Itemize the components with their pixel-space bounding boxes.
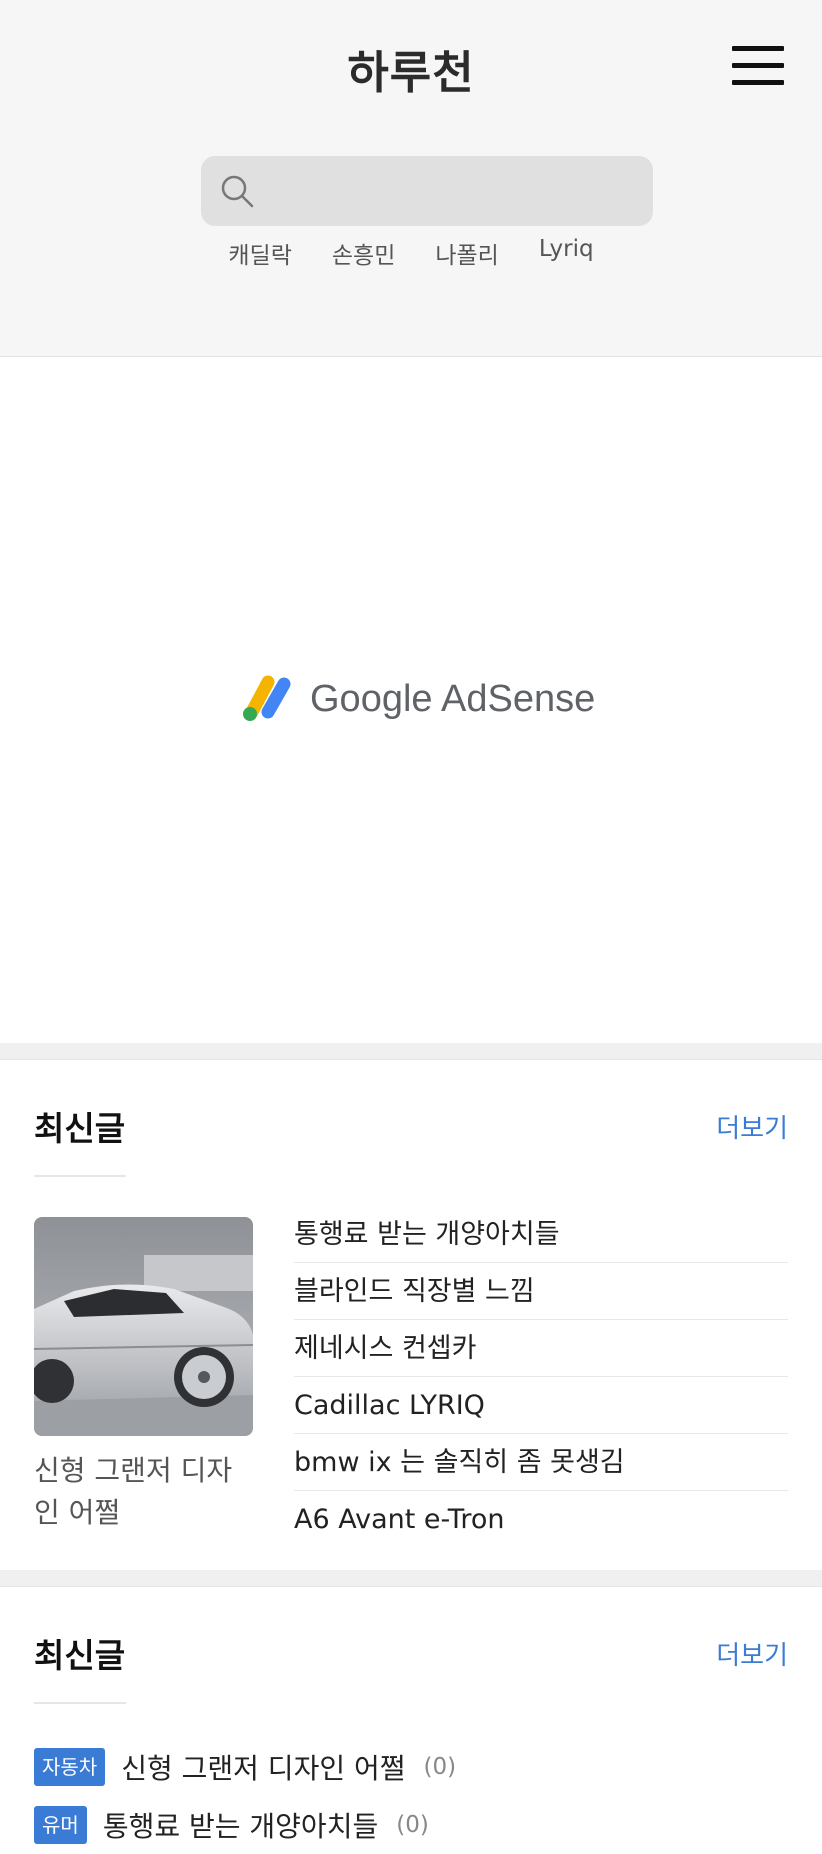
recent-post-list: 통행료 받는 개양아치들 블라인드 직장별 느낌 제네시스 컨셉카 Cadill… bbox=[294, 1206, 788, 1547]
featured-post-thumbnail[interactable] bbox=[34, 1217, 253, 1436]
menu-button[interactable] bbox=[732, 46, 784, 86]
ad-label: Google AdSense bbox=[310, 678, 596, 720]
categorized-post-list: 자동차 신형 그랜저 디자인 어쩔 (0) 유머 통행료 받는 개양아치들 (0… bbox=[34, 1738, 794, 1854]
search-input[interactable] bbox=[261, 156, 645, 228]
category-badge[interactable]: 자동차 bbox=[34, 1748, 106, 1786]
adsense-logo-icon bbox=[243, 675, 291, 721]
site-header: 하루천 캐딜락 손흥민 나폴리 Lyriq bbox=[0, 0, 822, 357]
list-item[interactable]: 유머 통행료 받는 개양아치들 (0) bbox=[34, 1796, 794, 1854]
car-photo-icon bbox=[34, 1217, 253, 1436]
list-item[interactable]: 블라인드 직장별 느낌 bbox=[294, 1263, 788, 1320]
more-link[interactable]: 더보기 bbox=[716, 1635, 788, 1672]
post-title[interactable]: 통행료 받는 개양아치들 bbox=[103, 1805, 378, 1845]
list-item[interactable]: 제네시스 컨셉카 bbox=[294, 1320, 788, 1377]
list-item[interactable]: A6 Avant e-Tron bbox=[294, 1491, 788, 1547]
section-underline bbox=[34, 1175, 126, 1177]
popular-tags: 캐딜락 손흥민 나폴리 Lyriq bbox=[0, 236, 822, 270]
more-link[interactable]: 더보기 bbox=[716, 1108, 788, 1145]
tag-link[interactable]: 나폴리 bbox=[435, 236, 498, 270]
section-divider bbox=[0, 1043, 822, 1060]
tag-link[interactable]: 캐딜락 bbox=[228, 236, 291, 270]
hamburger-icon-bar bbox=[732, 80, 784, 85]
section-divider bbox=[0, 1570, 822, 1587]
tag-link[interactable]: Lyriq bbox=[539, 236, 594, 270]
list-item[interactable]: 자동차 신형 그랜저 디자인 어쩔 (0) bbox=[34, 1738, 794, 1796]
list-item[interactable]: Cadillac LYRIQ bbox=[294, 1377, 788, 1434]
comment-count: (0) bbox=[423, 1754, 457, 1780]
list-item[interactable]: 통행료 받는 개양아치들 bbox=[294, 1206, 788, 1263]
ad-banner[interactable]: Google AdSense bbox=[0, 357, 822, 1043]
post-title[interactable]: 신형 그랜저 디자인 어쩔 bbox=[121, 1747, 405, 1787]
hamburger-icon-bar bbox=[732, 46, 784, 51]
section-underline bbox=[34, 1702, 126, 1704]
section-title: 최신글 bbox=[34, 1109, 126, 1148]
section-title: 최신글 bbox=[34, 1636, 126, 1675]
category-badge[interactable]: 유머 bbox=[34, 1806, 87, 1844]
hamburger-icon-bar bbox=[732, 63, 784, 68]
site-title[interactable]: 하루천 bbox=[0, 36, 822, 101]
featured-post-title[interactable]: 신형 그랜저 디자인 어쩔 bbox=[34, 1450, 249, 1534]
search-icon[interactable] bbox=[219, 173, 255, 209]
search-box[interactable] bbox=[201, 156, 653, 228]
list-item[interactable]: bmw ix 는 솔직히 좀 못생김 bbox=[294, 1434, 788, 1491]
tag-link[interactable]: 손흥민 bbox=[332, 236, 395, 270]
comment-count: (0) bbox=[396, 1812, 429, 1838]
